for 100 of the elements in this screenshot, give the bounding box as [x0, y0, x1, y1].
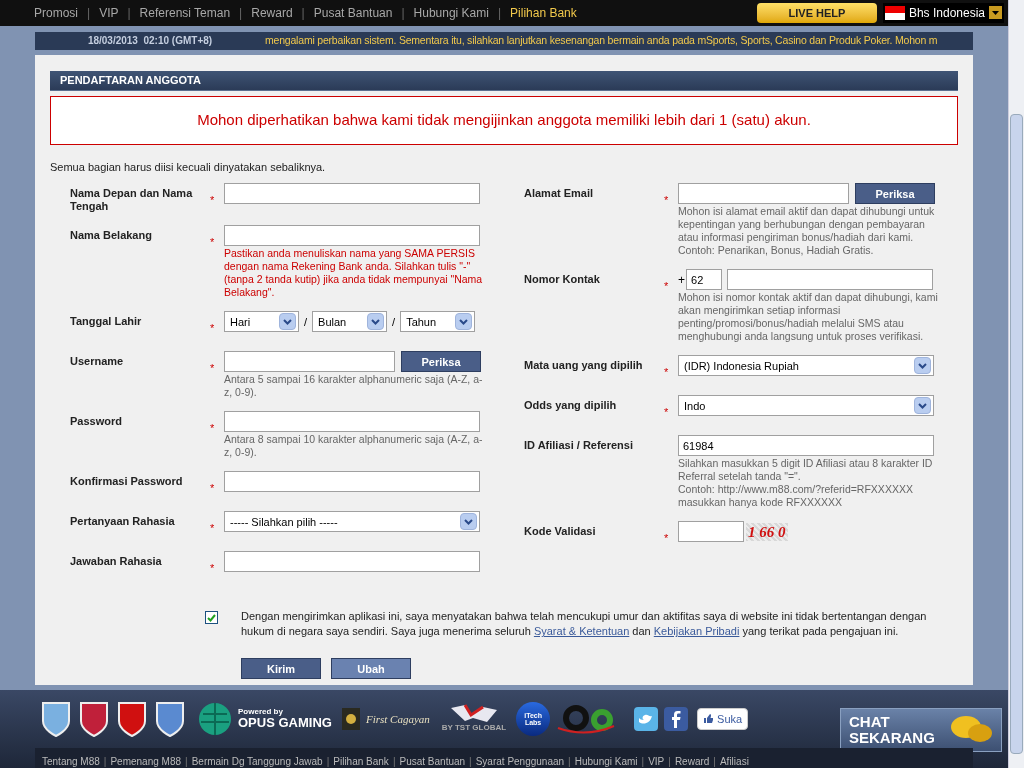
footer-link[interactable]: VIP [648, 756, 665, 768]
link-separator: | [185, 756, 188, 768]
required-asterisk: * [210, 482, 215, 495]
footer-link[interactable]: Reward [674, 756, 710, 768]
ticker-message: mengalami perbaikan sistem. Sementara itu, silahkan lanjutkan kesenangan bermain anda pada mSports, Sports, Casino dan Produk Poker. Mohon m [265, 33, 938, 49]
link-separator: | [469, 756, 472, 768]
sun-emblem-icon [341, 708, 360, 730]
footer-link[interactable]: Pusat Bantuan [399, 756, 466, 768]
date-separator: / [392, 314, 396, 330]
input-field[interactable] [224, 471, 480, 493]
powered-by-text: Powered by [238, 708, 284, 717]
footer-link[interactable]: Pemenang M88 [110, 756, 182, 768]
field-label: Pertanyaan Rahasia [70, 514, 176, 529]
field-label: Odds yang dipilih [524, 398, 618, 413]
check-button[interactable]: Periksa [855, 183, 935, 205]
field-hint: Mohon isi alamat email aktif dan dapat dihubungi untuk kepentingan yang berhubungan dengan pembayaran atau informasi pengiriman bonus/hadiah dari kami. Contoh: Penarikan, Bonus, Hadiah Gratis. [678, 205, 936, 258]
chat-label: CHAT [849, 714, 891, 730]
nav-separator: | [127, 4, 131, 22]
select-field[interactable]: Indo [678, 395, 934, 417]
flag-icon [884, 5, 905, 20]
privacy-link[interactable]: Kebijakan Pribadi [653, 625, 740, 638]
input-field[interactable]: 61984 [678, 435, 934, 457]
link-separator: | [392, 756, 396, 768]
check-button[interactable]: Periksa [401, 351, 481, 373]
nav-separator: | [497, 4, 502, 22]
nav-link[interactable]: Hubungi Kami [413, 3, 489, 22]
section-header: PENDAFTARAN ANGGOTA [50, 70, 958, 91]
nav-separator: | [239, 4, 243, 22]
field-hint: Pastikan anda menuliskan nama yang SAMA PERSIS dengan nama Rekening Bank anda. Silahkan tulis "-" (tanpa 2 tanda kutip) jika anda tidak mempunyai "Nama Belakang". [224, 247, 484, 300]
input-field[interactable] [224, 183, 480, 205]
required-asterisk: * [210, 562, 215, 575]
required-asterisk: * [664, 280, 669, 293]
nav-link[interactable]: VIP [99, 3, 119, 22]
required-asterisk: * [210, 422, 215, 435]
footer-link[interactable]: Tentang M88 [42, 756, 100, 768]
live-help-button[interactable]: LIVE HELP [756, 2, 877, 23]
captcha-image: 1 66 0 [746, 522, 788, 541]
scrollbar[interactable] [1008, 0, 1024, 768]
nav-link[interactable]: Pilihan Bank [510, 3, 577, 22]
required-asterisk: * [210, 522, 215, 535]
terms-link[interactable]: Syarat & Ketentuan [533, 625, 630, 638]
link-separator: | [668, 756, 671, 768]
input-field[interactable] [224, 225, 480, 247]
opus-gaming-logo: OPUS GAMING [238, 716, 332, 730]
club-crest-icon [78, 700, 110, 738]
input-field[interactable] [727, 269, 933, 291]
link-separator: | [103, 756, 107, 768]
required-asterisk: * [664, 366, 669, 379]
input-field[interactable] [224, 411, 480, 433]
footer-link[interactable]: Syarat Penggunaan [475, 756, 565, 768]
field-label: Tanggal Lahir [70, 314, 143, 329]
field-hint: Mohon isi nomor kontak aktif dan dapat dihubungi, kami akan mengirimkan setiap informasi penting/promosi/bonus/hadiah melalui SMS atau menghubungi anda langsung untuk proses verifikasi. [678, 291, 939, 344]
input-field[interactable] [678, 521, 744, 543]
club-crest-icon [40, 700, 72, 738]
required-asterisk: * [664, 406, 669, 419]
field-hint: Silahkan masukkan 5 digit ID Afiliasi atau 8 karakter ID Referral setelah tanda "=". Contoh: http://www.m88.com/?referid=RFXXXXXX masukkan hanya kode RFXXXXXX [678, 457, 934, 510]
form-button[interactable]: Ubah [331, 658, 411, 680]
globe-icon [198, 702, 232, 736]
tst-global-logo: BY TST GLOBAL [441, 722, 507, 734]
nav-link[interactable]: Referensi Teman [139, 3, 231, 22]
plus-sign: + [678, 271, 685, 289]
agreement-text: Dengan mengirimkan aplikasi ini, saya menyatakan bahwa telah mencukupi umur dan aktifitas saya di website ini tidak bertentangan dengan hukum di negara saya sendiri. Saya juga menerima seluruh Syarat & Ketentuan dan Kebijakan Pribadi yang terikat pada pengajuan ini. [241, 609, 928, 640]
date-separator: / [304, 314, 308, 330]
required-asterisk: * [664, 194, 669, 207]
thumbs-up-icon [703, 713, 715, 725]
select-field[interactable]: Bulan [312, 311, 388, 333]
form-button[interactable]: Kirim [241, 658, 321, 680]
field-label: Jawaban Rahasia [70, 554, 163, 569]
link-separator: | [326, 756, 330, 768]
select-field[interactable]: Tahun [400, 311, 476, 333]
footer-link[interactable]: Afiliasi [719, 756, 749, 768]
like-button[interactable]: Suka [697, 708, 749, 730]
required-asterisk: * [210, 236, 215, 249]
field-label: Nomor Kontak [524, 272, 601, 287]
link-separator: | [713, 756, 716, 768]
input-field[interactable] [224, 551, 480, 573]
twitter-icon [634, 707, 659, 731]
footer-link[interactable]: Bermain Dg Tanggung Jawab [191, 756, 323, 768]
footer-link[interactable]: Hubungi Kami [574, 756, 638, 768]
field-label: Mata uang yang dipilih [524, 358, 644, 373]
input-field[interactable] [678, 183, 849, 205]
nav-separator: | [87, 4, 91, 22]
nav-link[interactable]: Promosi [34, 3, 78, 22]
nav-link[interactable]: Pusat Bantuan [313, 3, 393, 22]
field-label: Kode Validasi [524, 524, 597, 539]
field-label: Username [70, 354, 125, 369]
language-selector[interactable]: Bhs Indonesia [882, 2, 1004, 23]
club-crest-icon [154, 700, 186, 738]
field-label: ID Afiliasi / Referensi [524, 438, 635, 453]
nav-link[interactable]: Reward [251, 3, 293, 22]
input-field[interactable] [224, 351, 395, 373]
input-field[interactable]: 62 [686, 269, 722, 291]
field-label: Password [70, 414, 123, 429]
chat-now-button[interactable]: CHAT SEKARANG [840, 708, 1002, 752]
footer-link[interactable]: Pilihan Bank [333, 756, 389, 768]
agreement-checkbox[interactable] [205, 611, 218, 625]
select-field[interactable]: ----- Silahkan pilih ----- [224, 511, 480, 533]
link-separator: | [568, 756, 571, 768]
select-field[interactable]: Hari [224, 311, 299, 333]
select-field[interactable]: (IDR) Indonesia Rupiah [678, 355, 934, 377]
